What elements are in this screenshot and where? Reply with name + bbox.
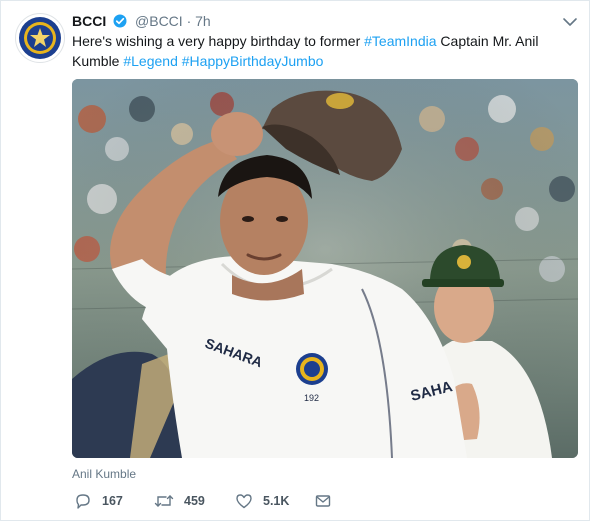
direct-message-icon (315, 495, 331, 507)
media-caption: Anil Kumble (72, 467, 137, 481)
tweet-text-part: Here's wishing a very happy birthday to … (72, 33, 365, 49)
jersey-number: 192 (304, 393, 319, 403)
tweet-timestamp[interactable]: 7h (195, 13, 211, 29)
tweet-header: BCCI @BCCI · 7h (72, 12, 211, 32)
hashtag-legend[interactable]: #Legend (123, 53, 178, 69)
heart-icon (236, 494, 252, 509)
reply-count: 167 (102, 494, 123, 508)
account-name[interactable]: BCCI (72, 13, 106, 29)
like-button[interactable]: 5.1K (235, 492, 289, 510)
direct-message-button[interactable] (314, 492, 332, 510)
reply-button[interactable]: 167 (74, 492, 123, 510)
tweet-photo[interactable]: SAHARA 192 SAHA (72, 79, 578, 458)
hashtag-teamindia[interactable]: #TeamIndia (364, 33, 436, 49)
retweet-icon (154, 495, 174, 507)
retweet-count: 459 (184, 494, 205, 508)
tweet-text: Here's wishing a very happy birthday to … (72, 32, 572, 71)
chevron-down-icon[interactable] (561, 13, 579, 31)
like-count: 5.1K (263, 494, 290, 508)
retweet-button[interactable]: 459 (154, 492, 205, 510)
bcci-logo-icon (19, 17, 61, 59)
avatar[interactable] (15, 13, 65, 63)
reply-icon (76, 494, 90, 509)
tweet-card: BCCI @BCCI · 7h Here's wishing a very ha… (0, 0, 590, 521)
cricket-player-photo: SAHARA 192 SAHA (72, 79, 578, 458)
hashtag-happybirthdayjumbo[interactable]: #HappyBirthdayJumbo (182, 53, 324, 69)
separator-dot: · (186, 13, 192, 29)
account-handle[interactable]: @BCCI (135, 13, 183, 29)
verified-badge-icon (113, 14, 127, 32)
